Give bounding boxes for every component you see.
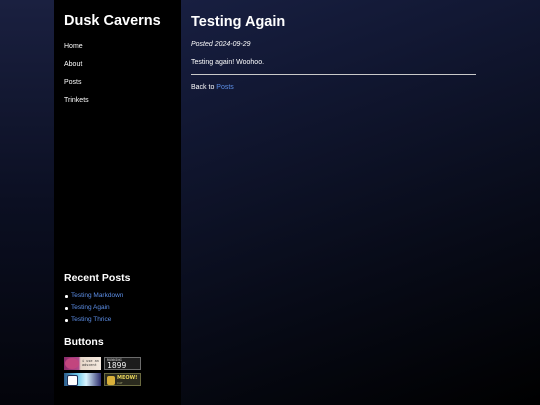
- badge-button-since-1899[interactable]: RUNNING 1899: [104, 357, 141, 370]
- badge-image: [67, 375, 78, 386]
- badge-blob-image: [65, 358, 79, 369]
- nav-item-about[interactable]: About: [64, 60, 171, 69]
- post-date: Posted 2024-09-29: [191, 41, 251, 48]
- badge-subtext: CAT: [117, 381, 123, 385]
- sidebar: Dusk Caverns Home About Posts Trinkets R…: [54, 0, 181, 405]
- post-content: Testing Again Posted 2024-09-29 Testing …: [191, 0, 476, 92]
- badge-grid: i use an adscent RUNNING 1899 MEOW! CAT: [64, 357, 174, 386]
- recent-post-link-testing-again[interactable]: Testing Again: [71, 304, 110, 311]
- badge-button-adscent[interactable]: i use an adscent: [64, 357, 101, 370]
- badge-big-text: 1899: [107, 361, 127, 370]
- back-posts-link[interactable]: Posts: [216, 84, 234, 91]
- page-margin: [0, 0, 54, 405]
- recent-post-link-testing-markdown[interactable]: Testing Markdown: [71, 292, 123, 299]
- post-title: Testing Again: [191, 14, 286, 30]
- nav-item-trinkets[interactable]: Trinkets: [64, 96, 171, 105]
- recent-post-link-testing-thrice[interactable]: Testing Thrice: [71, 316, 111, 323]
- badge-button-blue[interactable]: [64, 373, 101, 386]
- list-item: Testing Again: [65, 304, 174, 312]
- recent-posts-list: Testing Markdown Testing Again Testing T…: [64, 292, 174, 324]
- post-body: Testing again! Woohoo.: [191, 59, 265, 66]
- back-to-posts: Back to Posts: [191, 83, 476, 92]
- back-prefix: Back to: [191, 84, 217, 91]
- main-nav: Home About Posts Trinkets: [64, 42, 171, 105]
- badge-button-meow[interactable]: MEOW! CAT: [104, 373, 141, 386]
- cat-icon: [107, 376, 115, 385]
- buttons-heading: Buttons: [64, 336, 104, 348]
- divider: [191, 74, 476, 75]
- sidebar-widgets: Recent Posts Testing Markdown Testing Ag…: [64, 272, 174, 386]
- recent-posts-heading: Recent Posts: [64, 272, 131, 284]
- badge-text: i use an adscent: [82, 359, 99, 367]
- site-title[interactable]: Dusk Caverns: [64, 12, 171, 30]
- nav-item-home[interactable]: Home: [64, 42, 171, 51]
- nav-item-posts[interactable]: Posts: [64, 78, 171, 87]
- list-item: Testing Markdown: [65, 292, 174, 300]
- list-item: Testing Thrice: [65, 316, 174, 324]
